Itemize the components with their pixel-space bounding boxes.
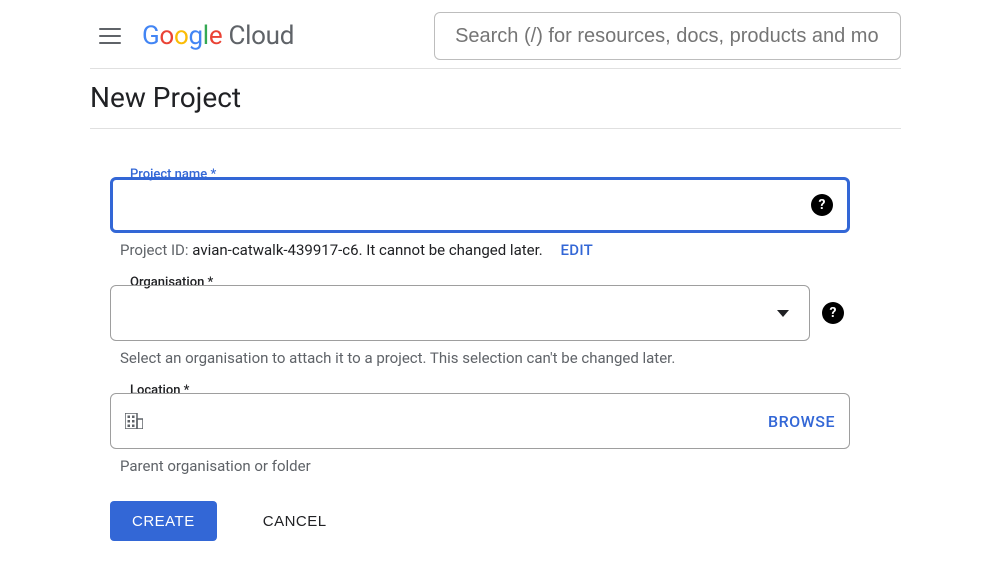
organisation-select[interactable] xyxy=(110,285,810,341)
cancel-button[interactable]: CANCEL xyxy=(257,512,333,531)
search-input[interactable] xyxy=(434,12,901,60)
organisation-input[interactable] xyxy=(125,286,777,340)
title-bar: New Project xyxy=(90,81,901,129)
location-box[interactable]: BROWSE xyxy=(110,393,850,449)
edit-project-id-link[interactable]: EDIT xyxy=(560,241,593,259)
google-cloud-logo: Google Cloud xyxy=(142,21,294,51)
search-wrap xyxy=(434,12,901,60)
page-title: New Project xyxy=(90,81,901,114)
form-actions: CREATE CANCEL xyxy=(110,501,991,541)
project-name-input[interactable] xyxy=(127,180,807,230)
create-button[interactable]: CREATE xyxy=(110,501,217,541)
project-id-hint: Project ID: avian-catwalk-439917-c6. It … xyxy=(120,241,850,259)
location-hint: Parent organisation or folder xyxy=(120,457,850,475)
project-id-note: . It cannot be changed later. xyxy=(359,241,543,259)
new-project-form: Project name * ? Project ID: avian-catwa… xyxy=(110,177,850,475)
location-input[interactable] xyxy=(153,394,768,448)
project-id-value: avian-catwalk-439917-c6 xyxy=(192,241,358,259)
organisation-hint: Select an organisation to attach it to a… xyxy=(120,349,850,367)
help-icon[interactable]: ? xyxy=(811,194,833,216)
project-name-field: Project name * ? xyxy=(110,177,850,233)
app-header: Google Cloud xyxy=(90,0,901,69)
project-id-prefix: Project ID: xyxy=(120,241,192,259)
menu-icon[interactable] xyxy=(90,28,130,44)
help-icon[interactable]: ? xyxy=(822,302,844,324)
chevron-down-icon xyxy=(777,310,789,317)
project-name-box[interactable]: ? xyxy=(110,177,850,233)
location-field: Location * BROWSE xyxy=(110,393,850,449)
browse-button[interactable]: BROWSE xyxy=(768,412,835,431)
organisation-field: Organisation * ? xyxy=(110,285,810,341)
organisation-icon xyxy=(125,413,143,429)
